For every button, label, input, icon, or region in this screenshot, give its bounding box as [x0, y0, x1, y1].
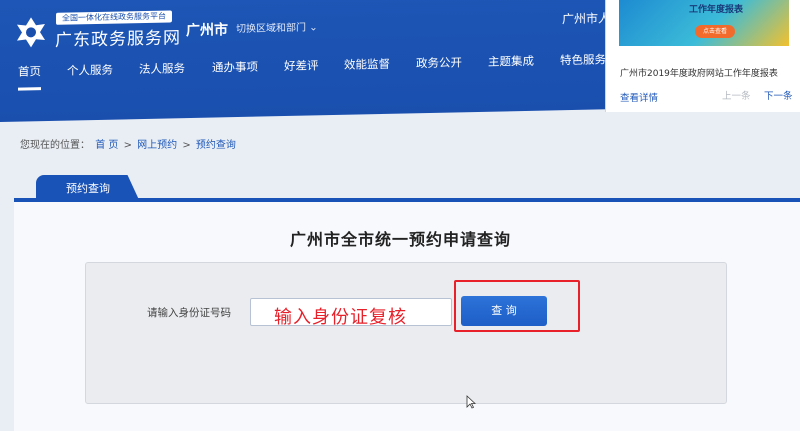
- switch-region-label: 切换区域和部门: [236, 22, 306, 36]
- nav-item-legal[interactable]: 法人服务: [139, 60, 185, 77]
- prev-button[interactable]: 上一条: [722, 88, 751, 102]
- nav-item-general[interactable]: 通办事项: [212, 59, 258, 76]
- nav-item-public[interactable]: 政务公开: [416, 54, 462, 71]
- nav-item-theme[interactable]: 主题集成: [488, 53, 534, 70]
- banner-title: 工作年度报表: [689, 5, 744, 15]
- breadcrumb-separator: >: [182, 140, 191, 151]
- page-title: 广州市全市统一预约申请查询: [290, 230, 512, 249]
- query-form-box: [85, 262, 727, 404]
- id-number-label: 请输入身份证号码: [147, 307, 231, 319]
- logo-icon[interactable]: [14, 15, 48, 50]
- current-city: 广州市: [186, 22, 228, 40]
- popup-title[interactable]: 广州市2019年度政府网站工作年度报表: [620, 66, 778, 79]
- main-nav: 首页 个人服务 法人服务 通办事项 好差评 效能监督 政务公开 主题集成 特色服…: [0, 51, 620, 88]
- banner-view-button[interactable]: 点击查看: [695, 25, 735, 38]
- chevron-down-icon: ⌄: [309, 22, 318, 34]
- portal-tagline: 全国一体化在线政务服务平台: [56, 10, 172, 25]
- next-button[interactable]: 下一条: [764, 88, 793, 102]
- nav-item-home[interactable]: 首页: [18, 63, 41, 79]
- site-name[interactable]: 广东政务服务网: [55, 23, 181, 51]
- breadcrumb: 您现在的位置： 首 页 > 网上预约 > 预约查询: [20, 136, 238, 151]
- nav-item-rating[interactable]: 好差评: [284, 57, 319, 74]
- view-detail-link[interactable]: 查看详情: [620, 90, 658, 104]
- report-popup: 工作年度报表 点击查看 广州市2019年度政府网站工作年度报表 查看详情 上一条…: [605, 0, 800, 112]
- breadcrumb-booking-query[interactable]: 预约查询: [196, 140, 236, 151]
- annotation-text: 输入身份证复核: [274, 307, 407, 328]
- breadcrumb-prefix: 您现在的位置：: [20, 140, 90, 151]
- nav-item-supervision[interactable]: 效能监督: [344, 56, 390, 73]
- switch-region-dropdown[interactable]: 切换区域和部门 ⌄: [236, 18, 318, 35]
- breadcrumb-online-booking[interactable]: 网上预约: [137, 140, 177, 151]
- tab-booking-query[interactable]: 预约查询: [36, 175, 140, 202]
- mouse-cursor-icon: [466, 395, 476, 409]
- breadcrumb-separator: >: [123, 140, 132, 151]
- breadcrumb-home[interactable]: 首 页: [95, 140, 118, 151]
- city-right-label: 广州市人: [562, 11, 611, 27]
- nav-item-personal[interactable]: 个人服务: [67, 62, 113, 79]
- report-banner[interactable]: 工作年度报表 点击查看: [619, 0, 789, 46]
- highlight-box: [454, 280, 580, 332]
- nav-item-special[interactable]: 特色服务: [560, 51, 606, 68]
